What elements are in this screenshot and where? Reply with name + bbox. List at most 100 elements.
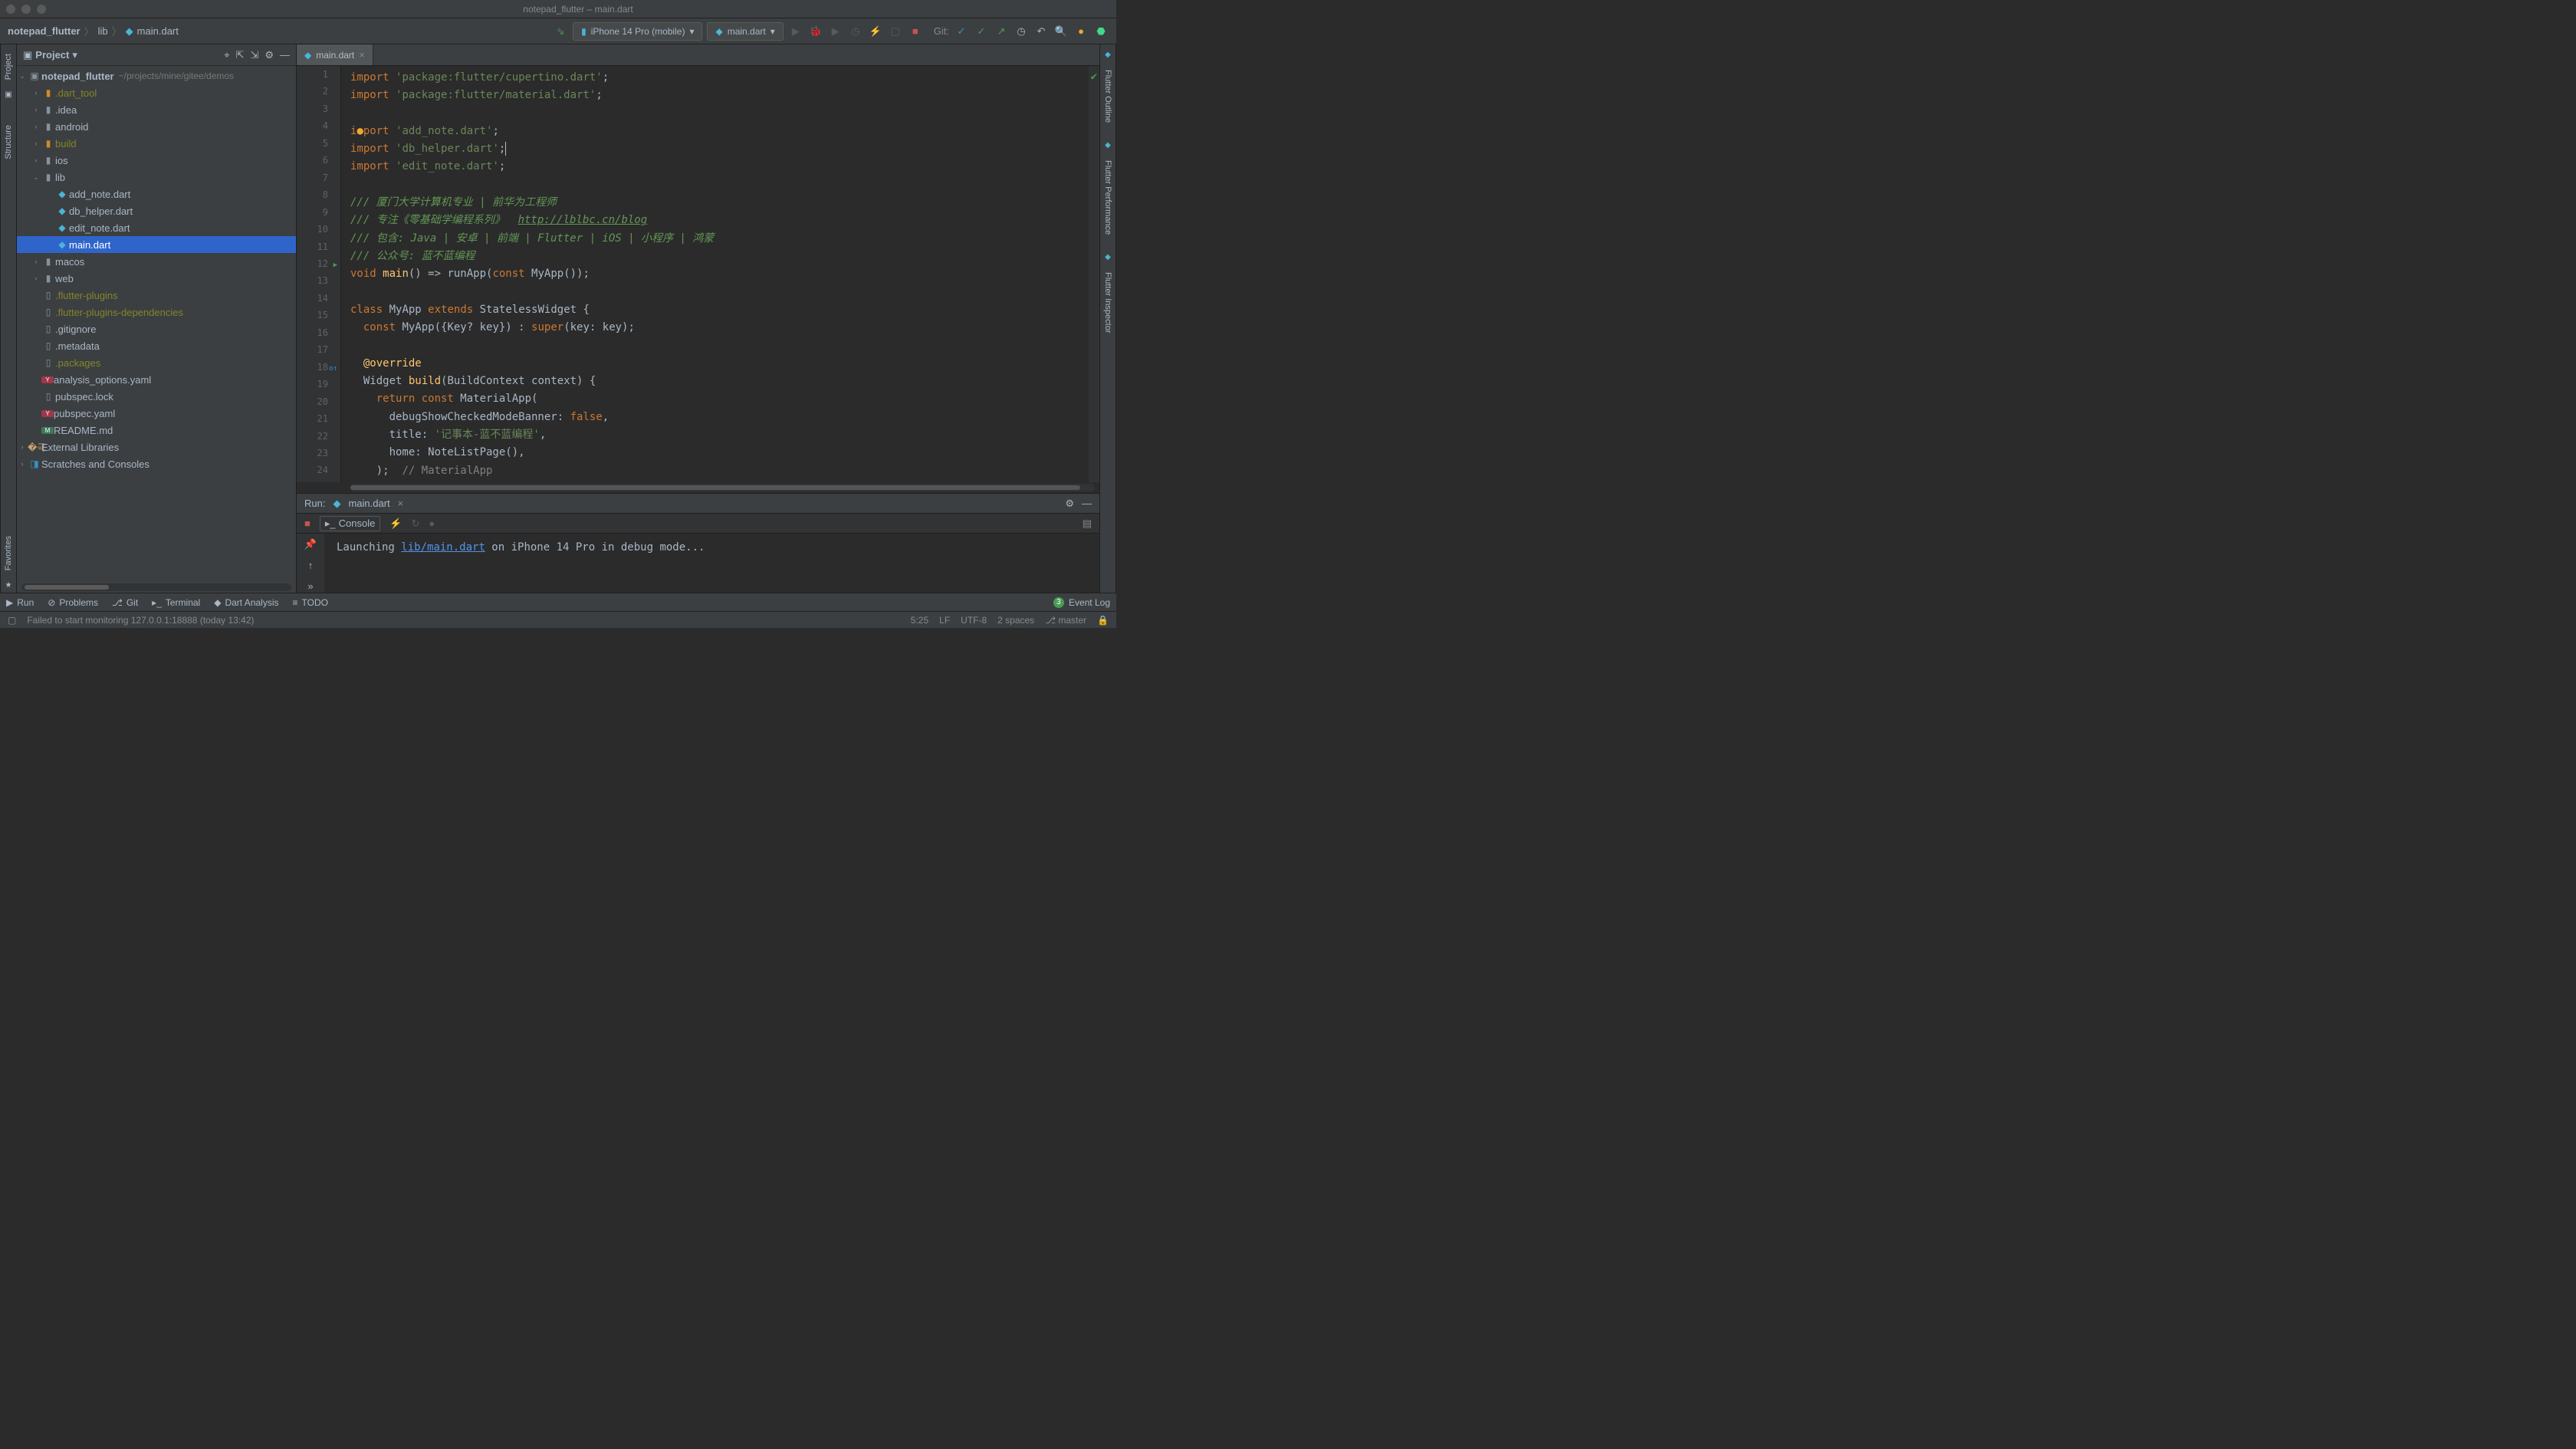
- tree-item-pubspec-yaml[interactable]: Ypubspec.yaml: [17, 405, 296, 422]
- tree-item--idea[interactable]: ›▮.idea: [17, 101, 296, 118]
- attach-icon[interactable]: ▢: [888, 24, 903, 39]
- tree-item-main-dart[interactable]: ◆main.dart: [17, 236, 296, 253]
- search-icon[interactable]: 🔍: [1053, 24, 1069, 39]
- run-button-icon[interactable]: ▶: [788, 24, 803, 39]
- tree-item-android[interactable]: ›▮android: [17, 118, 296, 135]
- stop-icon[interactable]: ■: [304, 518, 310, 529]
- editor-tab-main[interactable]: ◆ main.dart ×: [297, 44, 373, 65]
- tree-item--dart-tool[interactable]: ›▮.dart_tool: [17, 84, 296, 101]
- editor-body[interactable]: 123456789101112▶131415161718o↑1920212223…: [297, 66, 1099, 482]
- restart-icon[interactable]: ↻: [412, 518, 420, 530]
- tree-root[interactable]: ⌄ ▣ notepad_flutter ~/projects/mine/gite…: [17, 67, 296, 84]
- inspection-stripe[interactable]: ✔: [1089, 66, 1099, 482]
- tree-item--metadata[interactable]: ▯.metadata: [17, 337, 296, 354]
- git-revert-icon[interactable]: ↶: [1033, 24, 1049, 39]
- line-separator[interactable]: LF: [939, 615, 950, 626]
- tree-horizontal-scrollbar[interactable]: [21, 583, 291, 591]
- editor-horizontal-scrollbar[interactable]: [350, 484, 1095, 491]
- structure-tool-tab[interactable]: Structure: [2, 119, 15, 166]
- avatar-icon[interactable]: ⬣: [1093, 24, 1109, 39]
- tree-item-analysis-options-yaml[interactable]: Yanalysis_options.yaml: [17, 371, 296, 388]
- tree-item-pubspec-lock[interactable]: ▯pubspec.lock: [17, 388, 296, 405]
- caret-position[interactable]: 5:25: [911, 615, 928, 626]
- tree-item-add-note-dart[interactable]: ◆add_note.dart: [17, 186, 296, 202]
- debug-button-icon[interactable]: 🐞: [808, 24, 823, 39]
- gear-icon[interactable]: ⚙: [264, 49, 274, 61]
- breadcrumb-folder[interactable]: lib: [98, 25, 108, 37]
- close-icon[interactable]: ×: [398, 498, 404, 509]
- collapse-icon[interactable]: ⇲: [250, 49, 258, 61]
- tree-item-db-helper-dart[interactable]: ◆db_helper.dart: [17, 202, 296, 219]
- pin-icon[interactable]: 📌: [304, 538, 317, 550]
- event-log-tab[interactable]: Event Log: [1069, 597, 1110, 608]
- code-area[interactable]: import 'package:flutter/cupertino.dart';…: [341, 66, 1089, 482]
- tree-item-lib[interactable]: ⌄▮lib: [17, 169, 296, 186]
- expand-icon[interactable]: ⇱: [236, 49, 245, 61]
- device-selector[interactable]: ▮ iPhone 14 Pro (mobile) ▾: [573, 22, 702, 41]
- lock-icon[interactable]: 🔒: [1097, 615, 1109, 626]
- hot-reload-icon[interactable]: ⚡: [868, 24, 883, 39]
- git-tab[interactable]: ⎇Git: [112, 597, 138, 608]
- status-icon[interactable]: ▢: [8, 615, 16, 626]
- ide-update-icon[interactable]: ●: [1073, 24, 1089, 39]
- todo-tab[interactable]: ≡TODO: [293, 597, 328, 608]
- run-config-selector[interactable]: ◆ main.dart ▾: [707, 22, 783, 41]
- tree-item--packages[interactable]: ▯.packages: [17, 354, 296, 371]
- tree-item-readme-md[interactable]: MREADME.md: [17, 422, 296, 439]
- problems-tab[interactable]: ⊘Problems: [48, 597, 98, 608]
- git-push-icon[interactable]: ↗: [994, 24, 1009, 39]
- git-commit-icon[interactable]: ✓: [974, 24, 989, 39]
- tree-item-web[interactable]: ›▮web: [17, 270, 296, 287]
- tree-item-build[interactable]: ›▮build: [17, 135, 296, 152]
- close-window-icon[interactable]: [6, 5, 15, 14]
- hide-icon[interactable]: —: [280, 49, 290, 61]
- scratches-consoles[interactable]: › ◨ Scratches and Consoles: [17, 455, 296, 472]
- stop-icon[interactable]: ■: [908, 24, 923, 39]
- coverage-icon[interactable]: ▶: [828, 24, 843, 39]
- tree-item--flutter-plugins-dependencies[interactable]: ▯.flutter-plugins-dependencies: [17, 304, 296, 320]
- run-config-name[interactable]: main.dart: [348, 498, 389, 509]
- chevron-down-icon[interactable]: ▾: [72, 49, 77, 61]
- console-output[interactable]: Launching lib/main.dart on iPhone 14 Pro…: [324, 534, 1099, 593]
- hide-icon[interactable]: —: [1082, 498, 1092, 510]
- run-tab[interactable]: ▶Run: [6, 597, 34, 608]
- console-link[interactable]: lib/main.dart: [401, 541, 485, 554]
- tree-item--flutter-plugins[interactable]: ▯.flutter-plugins: [17, 287, 296, 304]
- target-icon[interactable]: ⌖: [224, 49, 229, 61]
- git-branch[interactable]: ⎇ master: [1045, 615, 1086, 626]
- git-update-icon[interactable]: ✓: [954, 24, 969, 39]
- panel-title[interactable]: Project: [35, 49, 69, 61]
- tree-item-macos[interactable]: ›▮macos: [17, 253, 296, 270]
- gutter[interactable]: 123456789101112▶131415161718o↑1920212223…: [297, 66, 341, 482]
- external-libraries[interactable]: › �극 External Libraries: [17, 439, 296, 455]
- indent-setting[interactable]: 2 spaces: [997, 615, 1034, 626]
- minimize-window-icon[interactable]: [21, 5, 31, 14]
- tree-item--gitignore[interactable]: ▯.gitignore: [17, 320, 296, 337]
- breadcrumb-file[interactable]: main.dart: [137, 25, 179, 37]
- up-icon[interactable]: ↑: [308, 560, 314, 571]
- flutter-inspector-tab[interactable]: Flutter Inspector: [1102, 266, 1114, 339]
- more-icon[interactable]: »: [307, 580, 313, 592]
- layout-icon[interactable]: ▤: [1083, 518, 1092, 530]
- dart-analysis-tab[interactable]: ◆Dart Analysis: [214, 597, 278, 608]
- close-icon[interactable]: ×: [359, 49, 365, 61]
- hot-reload-icon[interactable]: ⚡: [389, 518, 402, 530]
- tree-item-edit-note-dart[interactable]: ◆edit_note.dart: [17, 219, 296, 236]
- file-encoding[interactable]: UTF-8: [961, 615, 987, 626]
- project-tool-tab[interactable]: Project: [2, 48, 15, 86]
- gear-icon[interactable]: ⚙: [1065, 498, 1074, 510]
- devtools-icon[interactable]: ●: [429, 518, 435, 529]
- profile-icon[interactable]: ◷: [848, 24, 863, 39]
- tree-item-ios[interactable]: ›▮ios: [17, 152, 296, 169]
- project-tree[interactable]: ⌄ ▣ notepad_flutter ~/projects/mine/gite…: [17, 66, 296, 582]
- flutter-performance-tab[interactable]: Flutter Performance: [1102, 154, 1114, 241]
- maximize-window-icon[interactable]: [37, 5, 46, 14]
- git-history-icon[interactable]: ◷: [1014, 24, 1029, 39]
- breadcrumb[interactable]: notepad_flutter 〉 lib 〉 ◆ main.dart: [8, 24, 179, 38]
- favorites-tool-tab[interactable]: Favorites: [2, 530, 15, 577]
- flutter-hot-reload-icon[interactable]: ⇘: [553, 24, 568, 39]
- terminal-tab[interactable]: ▸_Terminal: [152, 597, 200, 608]
- breadcrumb-project[interactable]: notepad_flutter: [8, 25, 80, 37]
- flutter-outline-tab[interactable]: Flutter Outline: [1102, 64, 1114, 129]
- console-tab[interactable]: ▸_ Console: [320, 516, 380, 531]
